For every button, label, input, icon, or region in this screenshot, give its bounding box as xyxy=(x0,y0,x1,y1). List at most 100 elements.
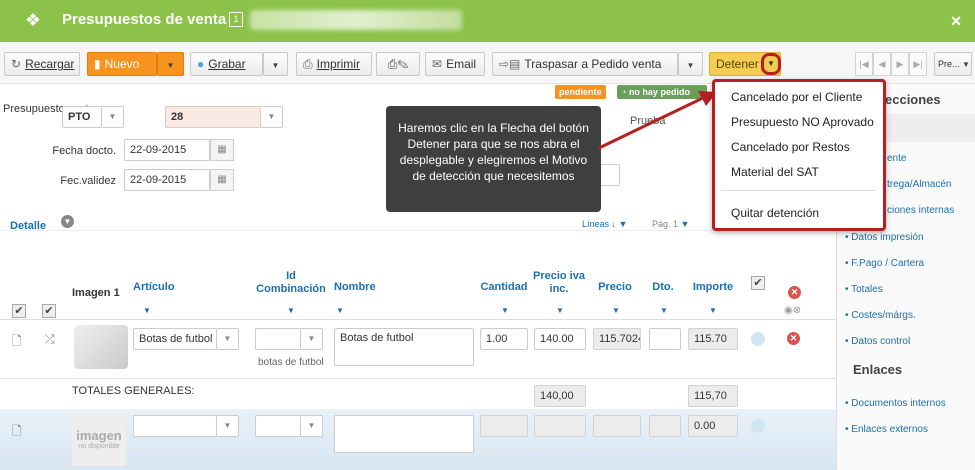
header-checkbox[interactable]: ✔ xyxy=(751,276,765,290)
header-article[interactable]: Artículo xyxy=(133,281,175,294)
header-name[interactable]: Nombre xyxy=(334,281,376,294)
new-name-textarea[interactable] xyxy=(334,415,474,453)
sidebar-link[interactable]: • Datos impresión xyxy=(845,232,924,243)
email-button[interactable]: ✉ Email xyxy=(425,52,485,76)
sort-arrow-icon[interactable]: ▼ xyxy=(612,306,620,315)
amount-field: 115.70 xyxy=(688,328,738,350)
hold-dropdown-arrow[interactable]: ▼ xyxy=(761,53,781,75)
sort-arrow-icon[interactable]: ▼ xyxy=(501,306,509,315)
refresh-icon: ↻ xyxy=(11,57,22,71)
sidebar-link[interactable]: • Documentos internos xyxy=(845,398,946,409)
prev-record-button[interactable]: ◀ xyxy=(873,52,891,76)
sort-arrow-icon[interactable]: ▼ xyxy=(287,306,295,315)
menu-item-remove-hold[interactable]: Quitar detención xyxy=(731,206,819,220)
sort-arrow-icon[interactable]: ▼ xyxy=(709,306,717,315)
serie-select[interactable]: PTO xyxy=(62,106,102,128)
download-icon[interactable]: ▼ xyxy=(61,215,74,228)
transfer-dropdown-button[interactable]: ▼ xyxy=(678,52,703,76)
save-dropdown-button[interactable]: ▼ xyxy=(263,52,288,76)
printer-edit-icon: ⎙✎ xyxy=(387,57,409,71)
price-vat-input[interactable]: 140.00 xyxy=(534,328,586,350)
fec-validez-input[interactable]: 22-09-2015 xyxy=(124,169,210,191)
save-button[interactable]: ● Grabar xyxy=(190,52,263,76)
sidebar-link[interactable]: ciones internas xyxy=(887,205,954,216)
number-chevron-down-icon[interactable]: ▼ xyxy=(261,106,283,128)
discount-input[interactable] xyxy=(649,328,681,350)
document-icon: ▮ xyxy=(94,57,101,71)
sidebar-link[interactable]: • F.Pago / Cartera xyxy=(845,258,924,269)
row-select-checkbox[interactable]: ✔ xyxy=(12,304,26,318)
header-quantity[interactable]: Cantidad xyxy=(480,281,528,294)
article-select[interactable]: Botas de futbol xyxy=(133,328,217,350)
name-textarea[interactable]: Botas de futbol xyxy=(334,328,474,366)
close-icon[interactable]: × xyxy=(945,10,967,32)
new-combination-select[interactable] xyxy=(255,415,301,437)
next-record-button[interactable]: ▶ xyxy=(891,52,909,76)
total-amount: 115,70 xyxy=(688,385,738,407)
no-image-placeholder: imagen no disponible xyxy=(72,414,126,466)
menu-item-sat-material[interactable]: Material del SAT xyxy=(731,165,819,179)
quantity-input[interactable]: 1.00 xyxy=(480,328,528,350)
check-cancel-icon[interactable]: ◉⊗ xyxy=(784,305,801,316)
delete-all-icon[interactable]: ✕ xyxy=(788,286,801,299)
menu-item-cancelled-client[interactable]: Cancelado por el Cliente xyxy=(731,90,862,104)
delete-row-icon[interactable]: ✕ xyxy=(787,332,800,345)
calendar-icon[interactable]: ▦ xyxy=(210,169,234,191)
product-image xyxy=(74,325,128,369)
chevron-down-icon[interactable]: ▼ xyxy=(301,415,323,437)
page-selector[interactable]: Pág. 1 ▼ xyxy=(652,219,689,229)
sort-arrow-icon[interactable]: ▼ xyxy=(336,306,344,315)
sort-arrow-icon[interactable]: ▼ xyxy=(556,306,564,315)
number-input[interactable]: 28 xyxy=(165,106,261,128)
chevron-down-icon[interactable]: ▼ xyxy=(217,328,239,350)
envelope-icon: ✉ xyxy=(432,57,443,71)
sidebar-link[interactable]: • Datos control xyxy=(845,336,910,347)
new-dropdown-button[interactable]: ▼ xyxy=(157,52,184,76)
row-status-icon[interactable] xyxy=(751,332,765,346)
header-amount[interactable]: Importe xyxy=(688,281,738,294)
reload-button[interactable]: ↻ Recargar xyxy=(4,52,80,76)
first-record-button[interactable]: |◀ xyxy=(855,52,873,76)
sidebar-link[interactable]: ente xyxy=(887,153,906,164)
nav-select[interactable]: Pre... ▼ xyxy=(934,52,972,76)
presupuesto-label: Presupuesto venta xyxy=(3,103,95,115)
row-select-checkbox[interactable]: ✔ xyxy=(42,304,56,318)
header-price-vat[interactable]: Precio iva inc. xyxy=(532,270,586,296)
window-number: 1 xyxy=(229,12,243,27)
header-discount[interactable]: Dto. xyxy=(648,281,678,294)
links-title: Enlaces xyxy=(853,362,903,377)
new-article-select[interactable] xyxy=(133,415,217,437)
shuffle-icon[interactable]: ⤮ xyxy=(45,332,55,347)
window-title: Presupuestos de venta xyxy=(62,11,227,28)
header-price[interactable]: Precio xyxy=(593,281,637,294)
new-row-status-icon[interactable] xyxy=(751,419,765,433)
document-icon[interactable]: 🗋 xyxy=(12,332,22,353)
transfer-button[interactable]: ⇨▤ Traspasar a Pedido venta xyxy=(492,52,678,76)
header-combination[interactable]: Id Combinación xyxy=(256,270,326,296)
sort-arrow-icon[interactable]: ▼ xyxy=(143,306,151,315)
menu-item-cancelled-remains[interactable]: Cancelado por Restos xyxy=(731,140,850,154)
sort-arrow-icon[interactable]: ▼ xyxy=(660,306,668,315)
print-edit-button[interactable]: ⎙✎ xyxy=(376,52,420,76)
last-record-button[interactable]: ▶| xyxy=(909,52,927,76)
new-discount xyxy=(649,415,681,437)
print-button[interactable]: ⎙ Imprimir xyxy=(296,52,372,76)
sidebar-link[interactable]: • Costes/márgs. xyxy=(845,310,916,321)
chevron-down-icon: ▼ xyxy=(271,61,280,70)
calendar-icon[interactable]: ▦ xyxy=(210,139,234,161)
document-icon[interactable]: 🗋 xyxy=(12,422,22,443)
new-button[interactable]: ▮ Nuevo xyxy=(87,52,157,76)
sections-title: ecciones xyxy=(885,92,941,107)
sidebar-link[interactable]: • Totales xyxy=(845,284,883,295)
sidebar-link[interactable]: trega/Almacén xyxy=(887,179,951,190)
chevron-down-icon[interactable]: ▼ xyxy=(301,328,323,350)
fecha-docto-input[interactable]: 22-09-2015 xyxy=(124,139,210,161)
lines-selector[interactable]: Líneas ↓ ▼ xyxy=(582,219,627,229)
chevron-down-icon[interactable]: ▼ xyxy=(217,415,239,437)
combination-select[interactable] xyxy=(255,328,301,350)
serie-chevron-down-icon[interactable]: ▼ xyxy=(102,106,124,128)
sidebar-link[interactable]: • Enlaces externos xyxy=(845,424,928,435)
menu-item-not-approved[interactable]: Presupuesto NO Aprovado xyxy=(731,115,874,129)
divider xyxy=(0,378,836,379)
combination-note: botas de futbol xyxy=(258,357,324,368)
